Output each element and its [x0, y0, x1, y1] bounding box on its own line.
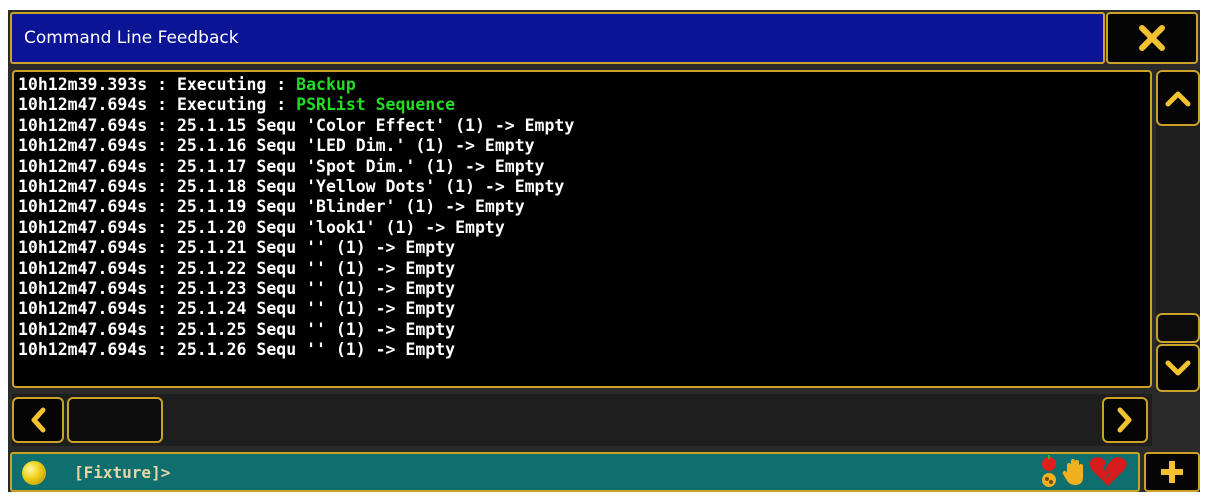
log-line-text: 10h12m47.694s : 25.1.25 Sequ '' (1) -> E…	[18, 319, 456, 339]
vertical-scrollbar[interactable]	[1156, 70, 1200, 392]
vertical-scroll-thumb[interactable]	[1156, 313, 1200, 343]
chevron-right-icon	[1117, 407, 1132, 433]
hand-icon	[1062, 459, 1083, 485]
window-title: Command Line Feedback	[24, 28, 239, 48]
close-button[interactable]	[1106, 12, 1198, 64]
log-line-text: 10h12m47.694s : 25.1.22 Sequ '' (1) -> E…	[18, 258, 456, 278]
log-line-text: 10h12m47.694s : 25.1.15 Sequ 'Color Effe…	[18, 115, 575, 135]
log-line-command: Backup	[296, 75, 356, 94]
log-line-text: 10h12m47.694s : 25.1.21 Sequ '' (1) -> E…	[18, 238, 456, 258]
log-line: 10h12m47.694s : 25.1.22 Sequ '' (1) -> E…	[18, 259, 1150, 279]
log-line-text: 10h12m47.694s : 25.1.18 Sequ 'Yellow Dot…	[18, 177, 565, 197]
title-bar: Command Line Feedback	[10, 12, 1105, 64]
apple-icon	[1042, 455, 1056, 487]
log-line-text: 10h12m39.393s : Executing :	[18, 75, 297, 94]
command-line-feedback-window: Command Line Feedback 10h12m39.393s : Ex…	[8, 10, 1200, 492]
log-line: 10h12m47.694s : 25.1.21 Sequ '' (1) -> E…	[18, 238, 1150, 258]
scroll-left-button[interactable]	[12, 397, 64, 443]
plus-button[interactable]	[1144, 452, 1200, 492]
log-line: 10h12m47.694s : 25.1.20 Sequ 'look1' (1)…	[18, 218, 1150, 238]
command-prompt: [Fixture]>	[74, 463, 171, 482]
log-line-text: 10h12m47.694s : 25.1.26 Sequ '' (1) -> E…	[18, 340, 456, 360]
log-line-text: 10h12m47.694s : 25.1.16 Sequ 'LED Dim.' …	[18, 136, 535, 156]
close-icon	[1139, 25, 1165, 51]
log-line-text: 10h12m47.694s : 25.1.17 Sequ 'Spot Dim.'…	[18, 156, 545, 176]
log-line-text: 10h12m47.694s : 25.1.19 Sequ 'Blinder' (…	[18, 197, 525, 217]
log-line: 10h12m47.694s : 25.1.26 Sequ '' (1) -> E…	[18, 340, 1150, 360]
log-line: 10h12m47.694s : 25.1.17 Sequ 'Spot Dim.'…	[18, 157, 1150, 177]
plus-icon	[1161, 461, 1183, 483]
log-line: 10h12m39.393s : Executing : Backup	[18, 75, 1150, 95]
horizontal-scrollbar[interactable]	[12, 394, 1152, 446]
log-line: 10h12m47.694s : 25.1.23 Sequ '' (1) -> E…	[18, 279, 1150, 299]
log-line-command: PSRList Sequence	[296, 95, 456, 115]
log-line-text: 10h12m47.694s : 25.1.24 Sequ '' (1) -> E…	[18, 299, 456, 319]
log-line: 10h12m47.694s : Executing : PSRList Sequ…	[18, 95, 1150, 115]
log-line: 10h12m47.694s : 25.1.18 Sequ 'Yellow Dot…	[18, 177, 1150, 197]
scroll-down-button[interactable]	[1156, 344, 1200, 392]
log-line: 10h12m47.694s : 25.1.24 Sequ '' (1) -> E…	[18, 299, 1150, 319]
broken-heart-icon	[1089, 457, 1127, 486]
feedback-log[interactable]: 10h12m39.393s : Executing : Backup 10h12m…	[12, 70, 1152, 388]
log-line: 10h12m47.694s : 25.1.16 Sequ 'LED Dim.' …	[18, 136, 1150, 156]
status-ball-icon	[22, 461, 46, 485]
log-line: 10h12m47.694s : 25.1.25 Sequ '' (1) -> E…	[18, 320, 1150, 340]
status-icons	[1038, 454, 1128, 490]
scroll-up-button[interactable]	[1156, 70, 1200, 126]
chevron-up-icon	[1165, 91, 1191, 107]
command-line-bar[interactable]: [Fixture]>	[10, 452, 1140, 492]
scroll-corner	[1156, 394, 1200, 446]
log-line: 10h12m47.694s : 25.1.19 Sequ 'Blinder' (…	[18, 197, 1150, 217]
log-line-text: 10h12m47.694s : 25.1.23 Sequ '' (1) -> E…	[18, 279, 456, 299]
log-line: 10h12m47.694s : 25.1.15 Sequ 'Color Effe…	[18, 116, 1150, 136]
log-line-text: 10h12m47.694s : Executing :	[18, 95, 297, 115]
scroll-right-button[interactable]	[1102, 397, 1148, 443]
chevron-down-icon	[1165, 360, 1191, 376]
horizontal-scroll-thumb[interactable]	[67, 397, 163, 443]
log-line-text: 10h12m47.694s : 25.1.20 Sequ 'look1' (1)…	[18, 217, 505, 237]
chevron-left-icon	[31, 407, 46, 433]
